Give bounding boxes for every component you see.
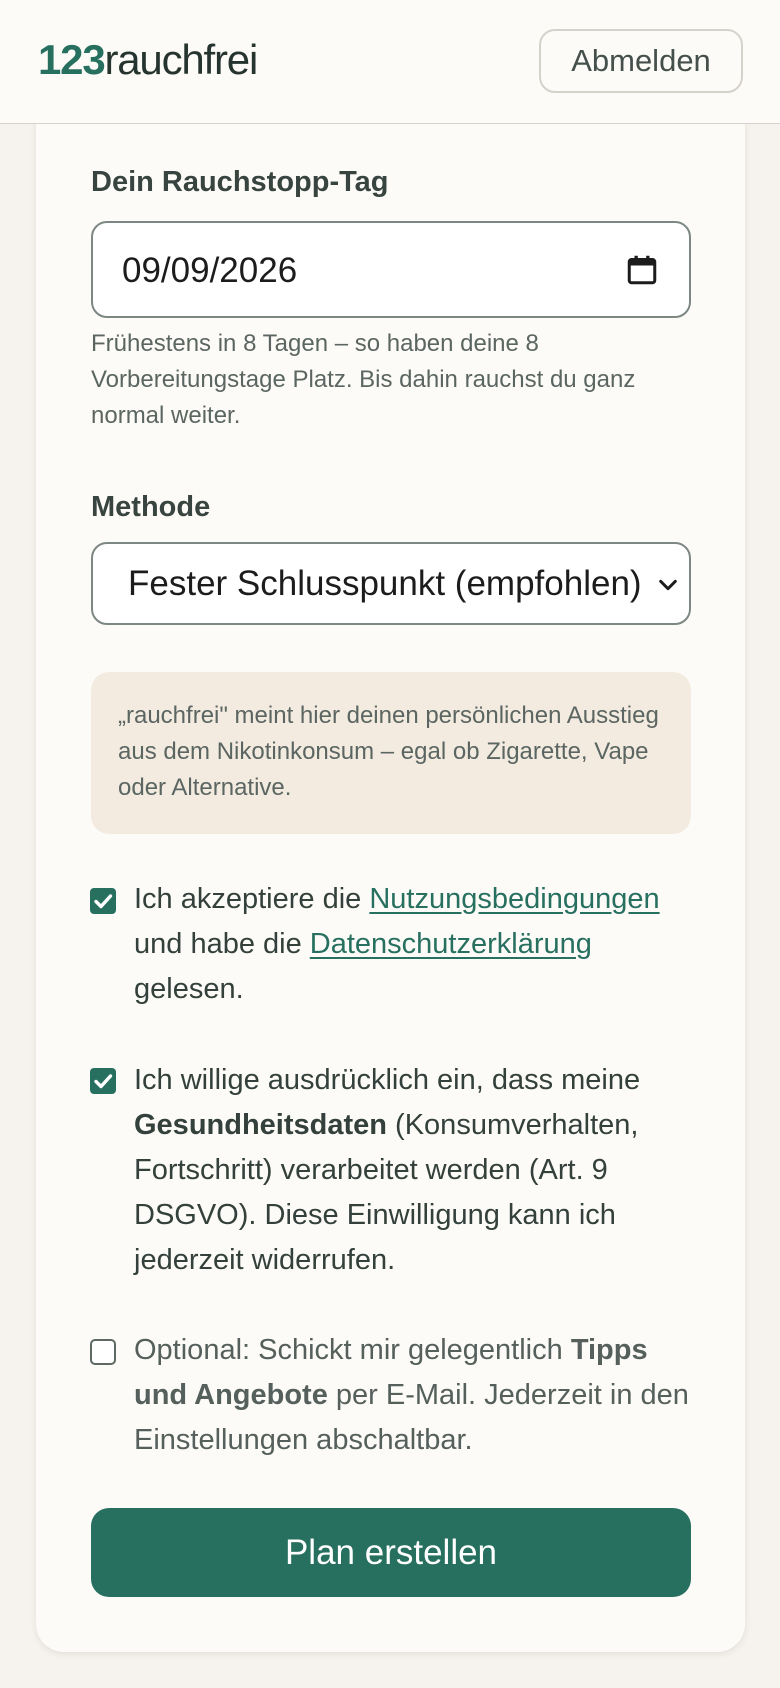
- marketing-checkbox[interactable]: [90, 1339, 116, 1365]
- terms-link[interactable]: Nutzungsbedingungen: [369, 883, 659, 915]
- terms-checkbox[interactable]: [90, 888, 116, 914]
- chevron-down-icon: [659, 579, 677, 591]
- quit-date-value: 09/09/2026: [122, 251, 298, 290]
- checkmark-icon: [94, 1074, 113, 1089]
- method-selected-value: Fester Schlusspunkt (empfohlen): [128, 564, 642, 603]
- calendar-icon[interactable]: [624, 252, 660, 288]
- logo-text: rauchfrei: [104, 36, 258, 83]
- terms-text-mid: und habe die: [134, 928, 310, 960]
- marketing-consent-text: Optional: Schickt mir gelegentlich Tipps…: [134, 1328, 704, 1463]
- health-text-pre: Ich willige ausdrücklich ein, dass meine: [134, 1064, 641, 1096]
- checkmark-icon: [94, 894, 113, 909]
- quit-date-label: Dein Rauchstopp-Tag: [91, 166, 389, 198]
- logout-button[interactable]: Abmelden: [539, 29, 743, 93]
- quit-date-hint: Frühestens in 8 Tagen – so haben deine 8…: [91, 330, 636, 429]
- health-consent-text: Ich willige ausdrücklich ein, dass meine…: [134, 1058, 674, 1283]
- info-box: „rauchfrei" meint hier deinen persönlich…: [91, 672, 691, 834]
- app-header: 123rauchfrei Abmelden: [0, 0, 780, 124]
- logo-number: 123: [38, 36, 106, 83]
- health-data-checkbox[interactable]: [90, 1068, 116, 1094]
- terms-text-post: gelesen.: [134, 973, 244, 1005]
- terms-consent-text: Ich akzeptiere die Nutzungsbedingungen u…: [134, 877, 694, 1012]
- marketing-text-pre: Optional: Schickt mir gelegentlich: [134, 1334, 571, 1366]
- method-select[interactable]: Fester Schlusspunkt (empfohlen): [91, 542, 691, 625]
- info-text: „rauchfrei" meint hier deinen persönlich…: [118, 702, 659, 801]
- method-label: Methode: [91, 491, 211, 523]
- quit-date-input[interactable]: 09/09/2026: [91, 221, 691, 318]
- logo[interactable]: 123rauchfrei: [38, 36, 258, 83]
- create-plan-button[interactable]: Plan erstellen: [91, 1508, 691, 1597]
- terms-text-pre: Ich akzeptiere die: [134, 883, 370, 915]
- privacy-link[interactable]: Datenschutzerklärung: [310, 928, 592, 960]
- health-text-bold: Gesundheitsdaten: [134, 1109, 387, 1141]
